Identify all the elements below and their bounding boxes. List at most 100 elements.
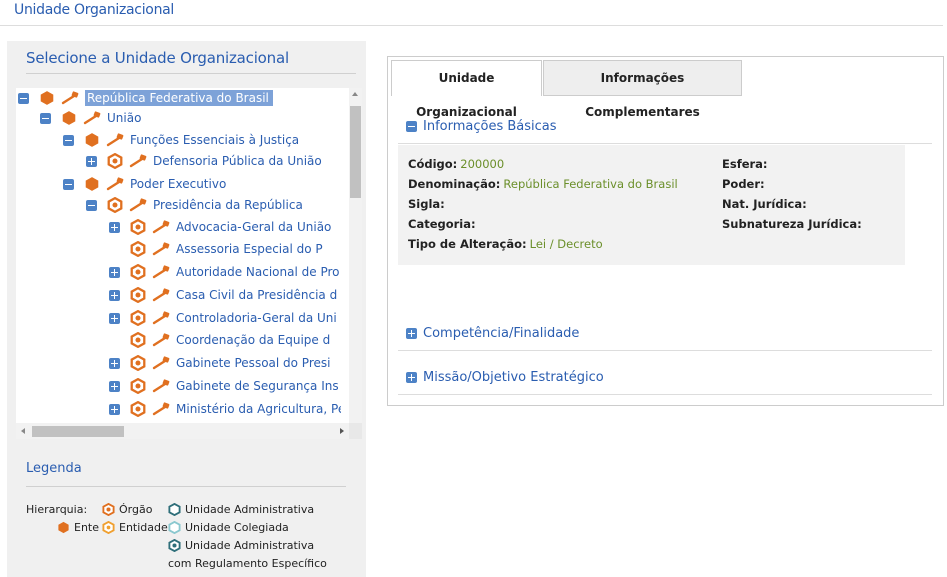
gavel-icon — [61, 91, 81, 105]
tree-item[interactable]: União — [40, 108, 141, 128]
expand-icon[interactable] — [109, 289, 120, 301]
section-competencia-finalidade[interactable]: Competência/Finalidade — [406, 326, 579, 341]
orgao-icon — [130, 355, 146, 371]
scroll-left-icon[interactable] — [21, 428, 25, 434]
collapse-icon[interactable] — [63, 178, 74, 190]
ente-icon — [84, 176, 100, 192]
expand-icon[interactable] — [86, 155, 97, 167]
field-esfera: Esfera: — [722, 157, 768, 171]
tree-item[interactable]: Gabinete Pessoal do Presi — [109, 353, 330, 373]
subnatureza-juridica-label: Subnatureza Jurídica: — [722, 217, 862, 231]
collapse-icon[interactable] — [86, 199, 97, 211]
field-sigla: Sigla: — [408, 197, 445, 211]
tree-item-label: Presidência da República — [153, 198, 303, 212]
collapse-icon[interactable] — [63, 134, 74, 146]
details-panel: Unidade Organizacional Informações Compl… — [387, 56, 944, 406]
tree-item-label: Casa Civil da Presidência d — [176, 288, 338, 302]
section-missao-objetivo-label: Missão/Objetivo Estratégico — [423, 370, 604, 385]
orgao-icon — [107, 197, 123, 213]
tree-item[interactable]: Ministério da Agricultura, Pe — [109, 399, 341, 419]
legend-entidade-label: Entidade — [119, 521, 168, 534]
collapse-icon[interactable] — [18, 92, 29, 104]
orgao-icon — [130, 264, 146, 280]
tree-item[interactable]: Presidência da República — [86, 195, 303, 215]
expand-icon[interactable] — [109, 221, 120, 233]
orgao-icon — [107, 153, 123, 169]
nat-juridica-label: Nat. Jurídica: — [722, 197, 807, 211]
tree-item[interactable]: Casa Civil da Presidência d — [109, 285, 337, 305]
legend-orgao-label: Órgão — [119, 503, 153, 516]
tree-item[interactable]: Advocacia-Geral da União — [109, 217, 331, 237]
poder-label: Poder: — [722, 177, 765, 191]
informacoes-basicas-box: Código: 200000 Denominação: República Fede… — [398, 145, 905, 265]
horizontal-scroll-thumb[interactable] — [32, 426, 124, 437]
scroll-right-icon[interactable] — [340, 428, 344, 434]
orgao-icon — [130, 332, 146, 348]
vertical-scrollbar[interactable] — [349, 88, 362, 423]
tab-unidade-organizacional[interactable]: Unidade Organizacional — [391, 60, 542, 119]
collapse-icon[interactable] — [406, 121, 417, 132]
section-informacoes-basicas-label: Informações Básicas — [423, 119, 557, 134]
expand-icon[interactable] — [109, 357, 120, 369]
gavel-icon — [83, 111, 103, 125]
gavel-icon — [129, 154, 149, 168]
expand-icon[interactable] — [109, 403, 120, 415]
vertical-scroll-thumb[interactable] — [350, 106, 361, 198]
tab-informacoes-complementares[interactable]: Informações Complementares — [543, 60, 742, 119]
tree-item[interactable]: Defensoria Pública da União — [86, 151, 322, 171]
scroll-up-icon[interactable] — [352, 92, 358, 96]
legend-unidade-colegiada-label: Unidade Colegiada — [185, 521, 289, 534]
section-divider — [398, 143, 932, 144]
gavel-icon — [152, 402, 172, 416]
field-tipo-alteracao: Tipo de Alteração: Lei / Decreto — [408, 237, 603, 251]
tree-item[interactable]: Autoridade Nacional de Pro — [109, 262, 339, 282]
gavel-icon — [152, 242, 172, 256]
expand-icon[interactable] — [406, 328, 417, 339]
legend-unidade-administrativa-label: Unidade Administrativa — [185, 503, 315, 516]
expand-icon[interactable] — [109, 312, 120, 324]
tree-item-label: União — [107, 111, 142, 125]
section-missao-objetivo[interactable]: Missão/Objetivo Estratégico — [406, 370, 604, 385]
categoria-label: Categoria: — [408, 217, 476, 231]
expand-icon[interactable] — [109, 380, 120, 392]
expand-icon[interactable] — [406, 372, 417, 383]
tree-item-label: Funções Essenciais à Justiça — [130, 133, 300, 147]
gavel-icon — [152, 379, 172, 393]
field-codigo: Código: 200000 — [408, 157, 504, 171]
field-poder: Poder: — [722, 177, 765, 191]
orgao-icon — [130, 401, 146, 417]
tree-item[interactable]: Poder Executivo — [63, 174, 226, 194]
tipo-alteracao-label: Tipo de Alteração: — [408, 237, 527, 251]
tree-item[interactable]: Funções Essenciais à Justiça — [63, 130, 299, 150]
tree-item-label: Controladoria-Geral da Uni — [176, 311, 337, 325]
tree-item-label: Autoridade Nacional de Pro — [176, 265, 340, 279]
entidade-icon — [102, 521, 115, 534]
gavel-icon — [152, 311, 172, 325]
expand-icon[interactable] — [109, 266, 120, 278]
orgao-icon — [130, 219, 146, 235]
gavel-icon — [129, 198, 149, 212]
section-informacoes-basicas[interactable]: Informações Básicas — [406, 119, 557, 134]
gavel-icon — [152, 288, 172, 302]
ente-icon — [58, 521, 69, 534]
tree-item-label: Defensoria Pública da União — [153, 154, 322, 168]
tree-item-label: Advocacia-Geral da União — [176, 220, 332, 234]
tree-item[interactable]: República Federativa do Brasil — [18, 88, 273, 108]
tree-item[interactable]: Coordenação da Equipe d — [109, 330, 330, 350]
orgao-icon — [130, 378, 146, 394]
tree-item[interactable]: Controladoria-Geral da Uni — [109, 308, 337, 328]
tree-item-label: Gabinete de Segurança Ins — [176, 379, 339, 393]
codigo-label: Código: — [408, 157, 458, 171]
tree-item[interactable]: Assessoria Especial do P — [109, 239, 323, 259]
esfera-label: Esfera: — [722, 157, 768, 171]
tree-item-label: Coordenação da Equipe d — [176, 333, 331, 347]
tree-heading: Selecione a Unidade Organizacional — [26, 49, 289, 67]
codigo-value: 200000 — [460, 157, 505, 171]
gavel-icon — [152, 220, 172, 234]
tree-item-label: República Federativa do Brasil — [85, 90, 273, 106]
unidade-colegiada-icon — [168, 521, 181, 534]
collapse-icon[interactable] — [40, 112, 51, 124]
horizontal-scrollbar[interactable] — [16, 423, 349, 439]
tab-bar: Unidade Organizacional Informações Compl… — [388, 57, 943, 119]
tree-item[interactable]: Gabinete de Segurança Ins — [109, 376, 339, 396]
